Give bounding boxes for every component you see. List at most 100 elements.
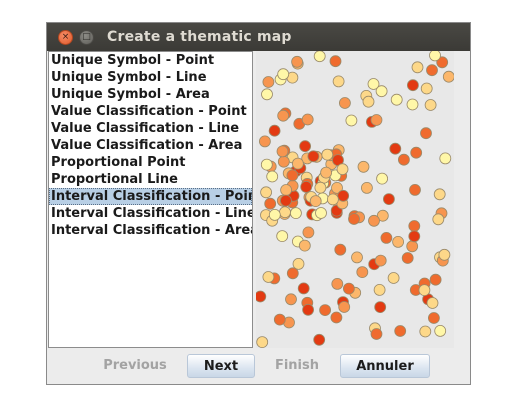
list-item[interactable]: Value Classification - Line bbox=[49, 120, 252, 137]
point-symbol bbox=[260, 158, 273, 171]
point-symbol bbox=[361, 181, 373, 194]
point-symbol bbox=[339, 97, 351, 109]
point-symbol bbox=[332, 75, 345, 88]
thematic-map-dialog: × □ Create a thematic map Unique Symbol … bbox=[46, 22, 471, 385]
map-type-list[interactable]: Unique Symbol - Point Unique Symbol - Lin… bbox=[48, 51, 253, 348]
point-symbol bbox=[424, 99, 437, 111]
point-symbol bbox=[357, 160, 370, 173]
point-symbol bbox=[387, 272, 400, 284]
point-symbol bbox=[285, 293, 297, 306]
point-symbol bbox=[256, 290, 267, 303]
point-symbol bbox=[348, 213, 360, 225]
list-item[interactable]: Unique Symbol - Area bbox=[49, 86, 252, 103]
point-symbol bbox=[279, 194, 292, 207]
point-symbol bbox=[321, 148, 334, 161]
map-preview-canvas bbox=[256, 51, 454, 348]
finish-button[interactable]: Finish bbox=[269, 354, 325, 378]
point-symbol bbox=[286, 267, 299, 280]
point-symbol bbox=[432, 213, 445, 226]
point-symbol bbox=[373, 283, 386, 296]
point-symbol bbox=[406, 79, 419, 92]
point-symbol bbox=[409, 183, 421, 196]
point-symbol bbox=[338, 301, 351, 313]
list-item[interactable]: Unique Symbol - Point bbox=[49, 52, 252, 69]
list-item[interactable]: Interval Classification - Line bbox=[49, 205, 252, 222]
point-symbol bbox=[362, 95, 375, 108]
list-item[interactable]: Value Classification - Point bbox=[49, 103, 252, 120]
window-title: Create a thematic map bbox=[107, 29, 292, 45]
list-item[interactable]: Proportional Point bbox=[49, 154, 252, 171]
list-item[interactable]: Value Classification - Area bbox=[49, 137, 252, 154]
point-symbol bbox=[343, 282, 355, 295]
point-symbol bbox=[420, 127, 432, 140]
point-symbol bbox=[433, 188, 446, 201]
point-symbol bbox=[406, 98, 419, 111]
point-symbol bbox=[262, 76, 275, 88]
point-symbol bbox=[276, 230, 289, 243]
point-symbol bbox=[370, 328, 383, 340]
list-item[interactable]: Proportional Line bbox=[49, 171, 252, 188]
point-symbol bbox=[315, 207, 327, 219]
point-symbol bbox=[301, 113, 314, 126]
point-symbol bbox=[299, 140, 311, 153]
point-symbol bbox=[307, 150, 320, 163]
point-symbol bbox=[256, 336, 269, 348]
point-symbol bbox=[397, 153, 410, 166]
point-symbol bbox=[442, 70, 454, 83]
point-symbol bbox=[309, 195, 322, 208]
point-symbol bbox=[327, 193, 339, 206]
point-symbol bbox=[331, 277, 344, 290]
point-symbol bbox=[320, 166, 332, 179]
point-symbol bbox=[300, 180, 313, 193]
point-symbol bbox=[336, 163, 349, 176]
point-symbol bbox=[370, 114, 383, 126]
list-item[interactable]: Unique Symbol - Line bbox=[49, 69, 252, 86]
maximize-icon[interactable]: □ bbox=[79, 29, 94, 45]
point-symbol bbox=[389, 142, 402, 155]
point-symbol bbox=[273, 313, 286, 326]
list-item[interactable]: Interval Classification - Area bbox=[49, 222, 252, 239]
point-symbol bbox=[429, 273, 442, 286]
point-symbol bbox=[276, 145, 289, 158]
point-symbol bbox=[351, 251, 363, 264]
point-symbol bbox=[410, 146, 423, 159]
point-symbol bbox=[286, 169, 299, 182]
map-preview bbox=[256, 51, 454, 348]
point-symbol bbox=[438, 248, 451, 261]
point-symbol bbox=[298, 239, 311, 252]
point-symbol bbox=[380, 231, 393, 244]
point-symbol bbox=[290, 207, 302, 220]
point-symbol bbox=[260, 186, 273, 199]
point-symbol bbox=[420, 82, 433, 95]
point-symbol bbox=[345, 114, 358, 127]
point-symbol bbox=[439, 152, 452, 165]
point-symbol bbox=[374, 254, 387, 267]
close-icon[interactable]: × bbox=[58, 29, 73, 45]
point-symbol bbox=[291, 55, 303, 68]
point-symbol bbox=[426, 64, 438, 77]
point-symbol bbox=[280, 184, 293, 196]
point-symbol bbox=[426, 297, 439, 309]
next-button[interactable]: Next bbox=[187, 354, 255, 378]
point-symbol bbox=[297, 282, 310, 295]
point-symbol bbox=[382, 193, 395, 206]
title-bar: × □ Create a thematic map bbox=[47, 23, 470, 51]
point-symbol bbox=[418, 284, 431, 297]
point-symbol bbox=[427, 312, 440, 324]
point-symbol bbox=[277, 109, 290, 122]
point-symbol bbox=[319, 304, 331, 317]
point-symbol bbox=[434, 324, 447, 337]
previous-button[interactable]: Previous bbox=[99, 354, 171, 378]
list-item[interactable]: Interval Classification - Point bbox=[49, 188, 252, 205]
point-symbol bbox=[337, 189, 350, 202]
point-symbol bbox=[374, 301, 387, 314]
point-symbol bbox=[268, 124, 281, 137]
button-bar: Previous Next Finish Annuler bbox=[47, 354, 470, 380]
point-symbol bbox=[376, 172, 388, 185]
point-symbol bbox=[408, 230, 421, 243]
point-symbol bbox=[401, 252, 414, 264]
point-symbol bbox=[419, 325, 432, 338]
cancel-button[interactable]: Annuler bbox=[340, 354, 430, 378]
point-symbol bbox=[408, 220, 421, 232]
point-symbol bbox=[392, 235, 405, 248]
